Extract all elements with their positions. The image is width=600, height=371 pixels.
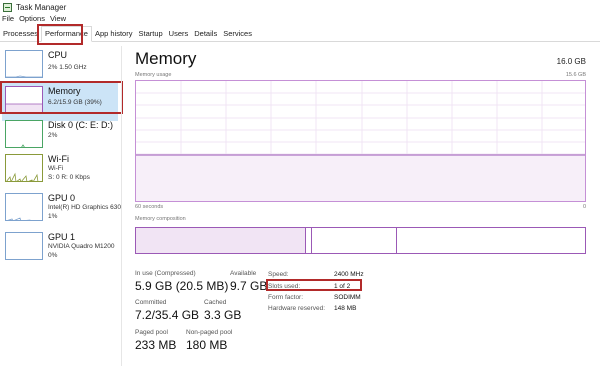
sidebar-item-label: GPU 0: [48, 193, 76, 203]
tab-startup[interactable]: Startup: [135, 27, 165, 41]
speed-value: 2400 MHz: [334, 271, 364, 278]
slots-used-value: 1 of 2: [334, 283, 351, 290]
graph-time-right: 0: [582, 204, 586, 210]
memory-thumbnail-graph: [5, 86, 43, 114]
form-factor-label: Form factor:: [268, 294, 304, 301]
non-paged-pool-label: Non-paged pool: [186, 329, 233, 336]
composition-in-use: [136, 228, 306, 253]
paged-pool-value: 233 MB: [135, 338, 177, 352]
memory-total: 16.0 GB: [556, 57, 586, 66]
sidebar-item-gpu0[interactable]: GPU 0 Intel(R) HD Graphics 630 1%: [2, 191, 121, 229]
sidebar-item-detail: Intel(R) HD Graphics 630: [48, 204, 121, 211]
paged-pool-label: Paged pool: [135, 329, 168, 336]
sidebar-item-label: Memory: [48, 86, 81, 96]
sidebar-item-memory[interactable]: Memory 6.2/15.9 GB (39%): [2, 83, 118, 121]
memory-usage-svg: [136, 81, 585, 201]
panel-divider: [121, 46, 122, 366]
sidebar-item-disk[interactable]: Disk 0 (C: E: D:) 2%: [2, 118, 118, 156]
sidebar-item-detail: 6.2/15.9 GB (39%): [48, 99, 102, 106]
title-bar: Task Manager: [0, 0, 600, 14]
committed-label: Committed: [135, 299, 167, 306]
tab-processes[interactable]: Processes: [0, 27, 41, 41]
tab-users[interactable]: Users: [166, 27, 192, 41]
tab-details[interactable]: Details: [191, 27, 220, 41]
cached-value: 3.3 GB: [204, 308, 242, 322]
memory-composition-bar: [135, 227, 586, 254]
cached-label: Cached: [204, 299, 227, 306]
non-paged-pool-value: 180 MB: [186, 338, 228, 352]
sidebar-item-label: CPU: [48, 50, 68, 60]
in-use-value: 5.9 GB (20.5 MB): [135, 279, 229, 293]
menu-bar: File Options View: [0, 14, 69, 25]
composition-standby: [312, 228, 397, 253]
sidebar-item-detail: NVIDIA Quadro M1200: [48, 243, 115, 250]
memory-usage-max: 15.6 GB: [565, 72, 586, 78]
page-title: Memory: [135, 49, 197, 68]
hardware-reserved-label: Hardware reserved:: [268, 305, 326, 312]
memory-usage-graph: [135, 80, 586, 202]
sidebar-item-cpu[interactable]: CPU 2% 1.50 GHz: [2, 48, 118, 86]
memory-composition-label: Memory composition: [135, 216, 186, 222]
sidebar-item-detail: 2% 1.50 GHz: [48, 64, 87, 71]
menu-view[interactable]: View: [48, 14, 69, 25]
sidebar-item-detail-2: 0%: [48, 252, 58, 259]
committed-value: 7.2/35.4 GB: [135, 308, 200, 322]
wifi-thumbnail-graph: [5, 154, 43, 182]
sidebar-item-detail-2: 1%: [48, 213, 58, 220]
menu-options[interactable]: Options: [17, 14, 48, 25]
tab-app-history[interactable]: App history: [92, 27, 136, 41]
sidebar-item-gpu1[interactable]: GPU 1 NVIDIA Quadro M1200 0%: [2, 230, 118, 268]
sidebar-item-detail-2: S: 0 R: 0 Kbps: [48, 174, 90, 181]
graph-time-left: 60 seconds: [135, 204, 164, 210]
available-label: Available: [230, 270, 257, 277]
speed-label: Speed:: [268, 271, 289, 278]
task-manager-icon: [3, 2, 12, 12]
sidebar-item-label: Wi-Fi: [48, 154, 69, 164]
sidebar-item-detail: 2%: [48, 132, 58, 139]
form-factor-value: SODIMM: [334, 294, 361, 301]
gpu0-thumbnail-graph: [5, 193, 43, 221]
cpu-thumbnail-graph: [5, 50, 43, 78]
available-value: 9.7 GB: [230, 279, 268, 293]
memory-usage-area: [136, 155, 585, 201]
gpu1-thumbnail-graph: [5, 232, 43, 260]
tab-performance[interactable]: Performance: [41, 26, 92, 42]
slots-used-label: Slots used:: [268, 283, 301, 290]
sidebar-item-wifi[interactable]: Wi-Fi Wi-Fi S: 0 R: 0 Kbps: [2, 152, 118, 190]
menu-file[interactable]: File: [0, 14, 17, 25]
sidebar-item-detail: Wi-Fi: [48, 165, 64, 172]
sidebar-item-label: GPU 1: [48, 232, 76, 242]
hardware-reserved-value: 148 MB: [334, 305, 357, 312]
sidebar-item-label: Disk 0 (C: E: D:): [48, 120, 114, 130]
memory-usage-label: Memory usage: [135, 72, 172, 78]
tab-bar: Processes Performance App history Startu…: [0, 26, 600, 42]
disk-thumbnail-graph: [5, 120, 43, 148]
sidebar: CPU 2% 1.50 GHz Memory 6.2/15.9 GB (39%)…: [0, 46, 121, 371]
tab-services[interactable]: Services: [220, 27, 255, 41]
in-use-label: In use (Compressed): [135, 270, 196, 277]
window-title: Task Manager: [16, 2, 67, 12]
